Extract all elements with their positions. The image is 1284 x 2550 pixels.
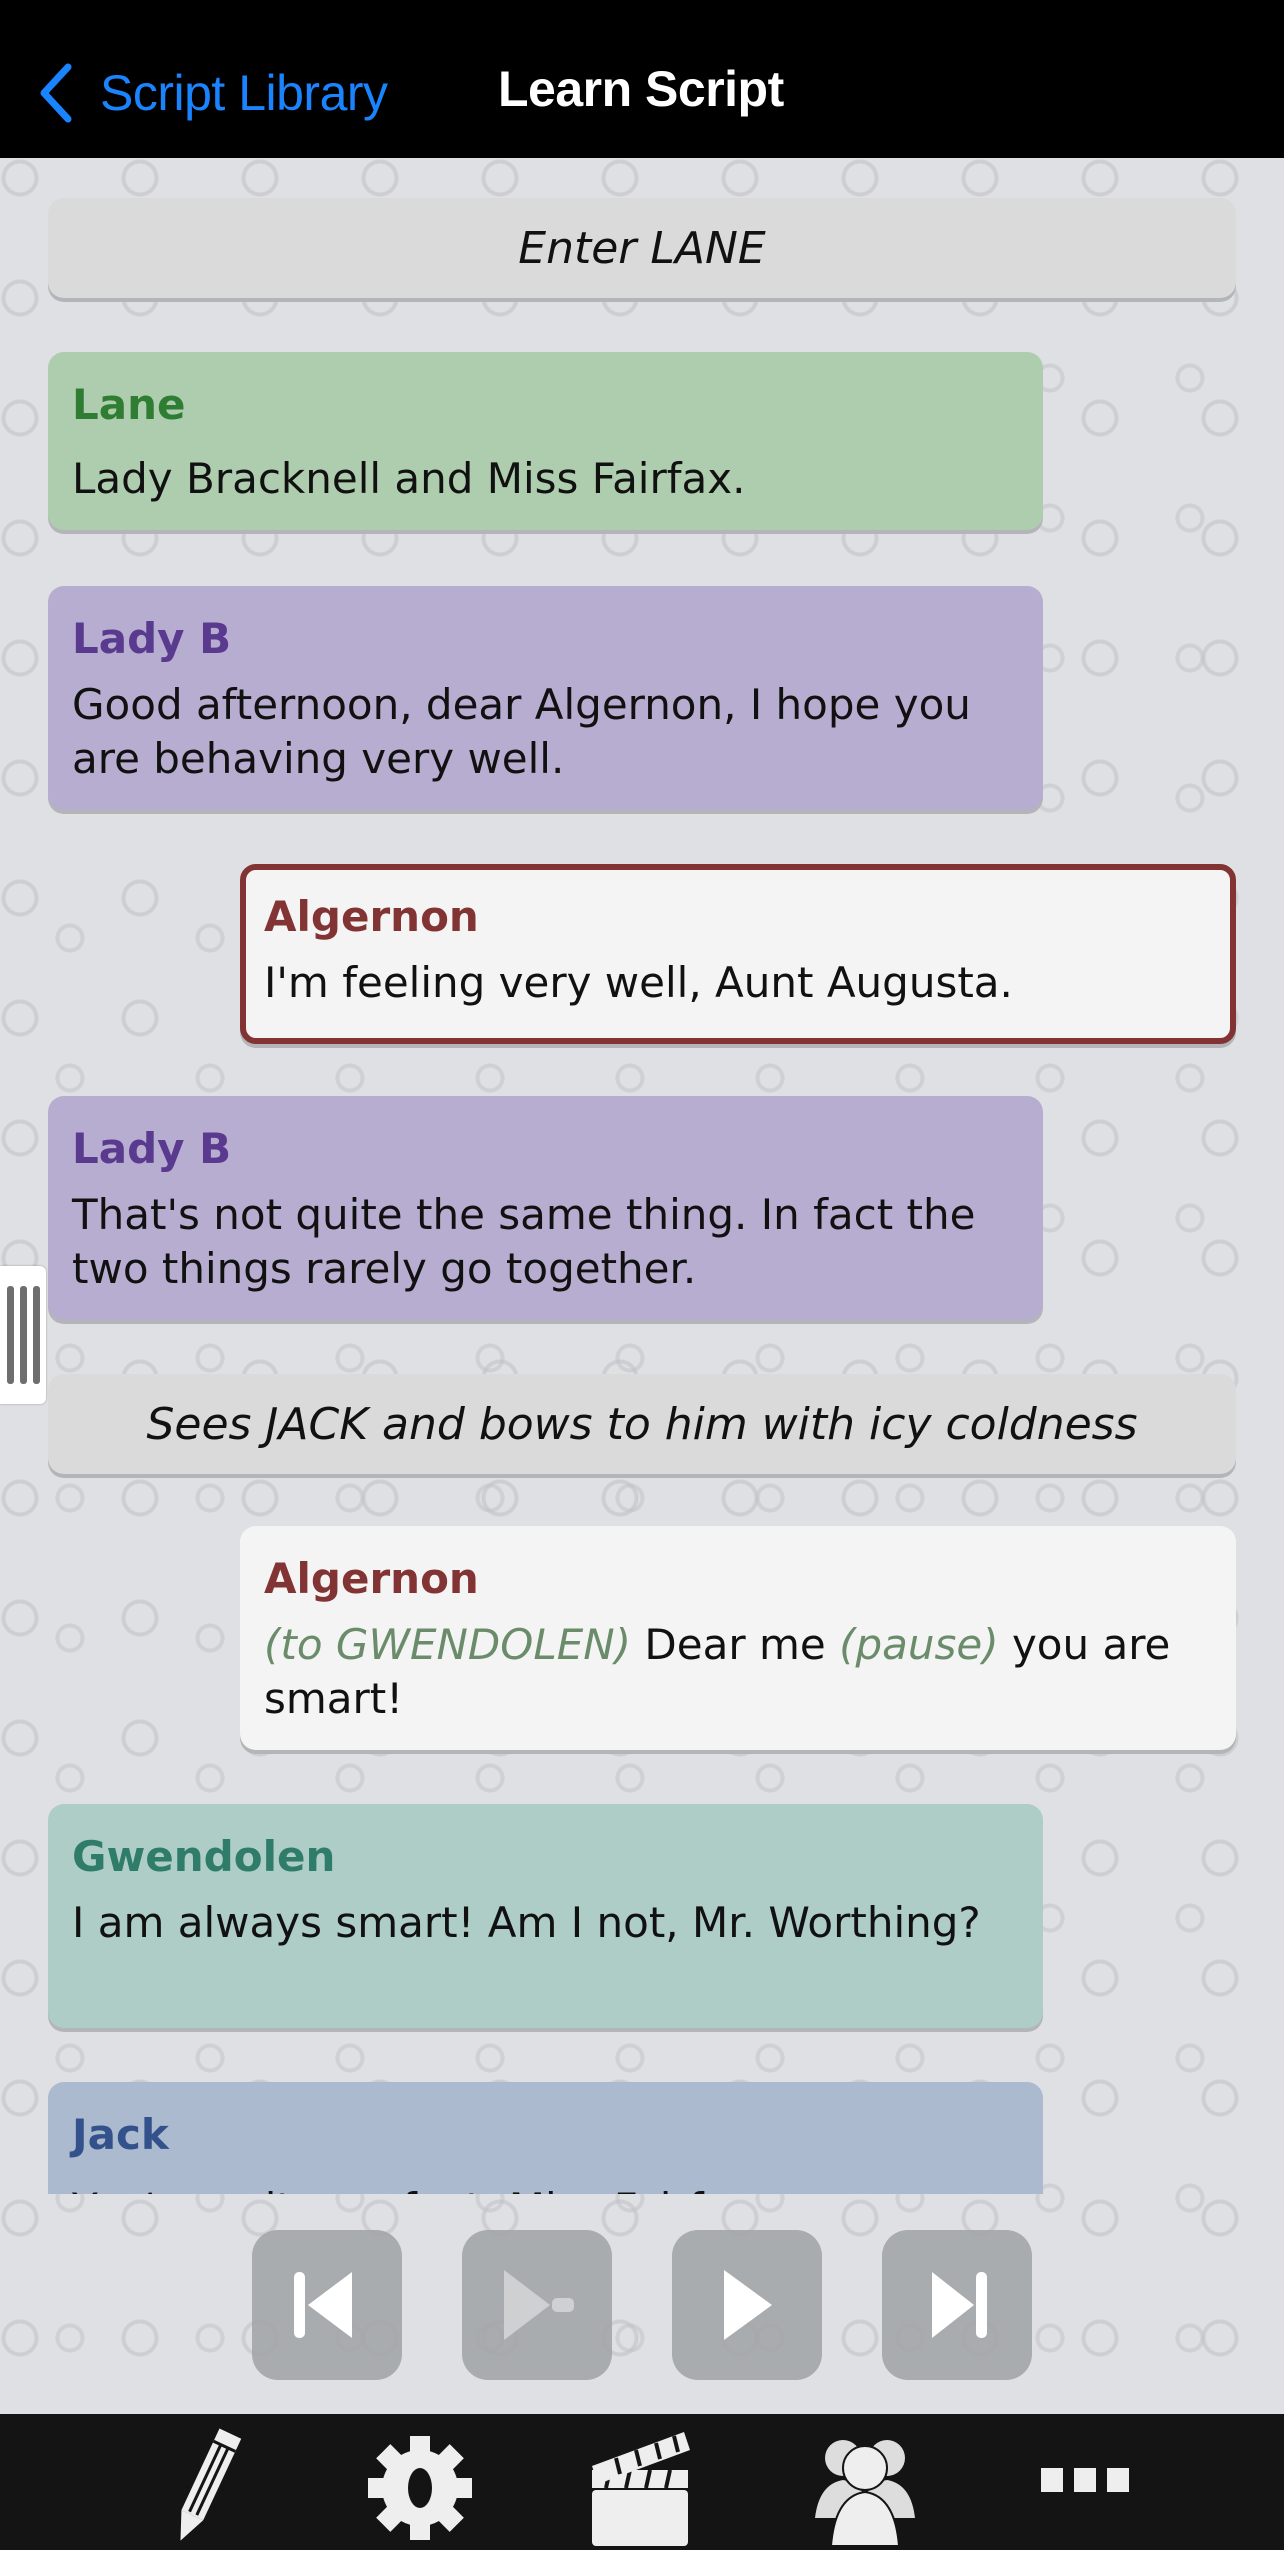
- script-line[interactable]: Algernon (to GWENDOLEN) Dear me (pause) …: [240, 1526, 1236, 1750]
- line-text: I am always smart! Am I not, Mr. Worthin…: [72, 1898, 981, 1947]
- playback-controls: [252, 2230, 1032, 2380]
- tab-edit[interactable]: [140, 2428, 270, 2550]
- line-text: I'm feeling very well, Aunt Augusta.: [264, 958, 1013, 1007]
- previous-line-button[interactable]: [252, 2230, 402, 2380]
- next-line-button[interactable]: [882, 2230, 1032, 2380]
- tab-more[interactable]: [1020, 2428, 1150, 2550]
- tab-bar: [0, 2414, 1284, 2550]
- tab-cast[interactable]: [800, 2428, 930, 2550]
- script-line-current[interactable]: Algernon I'm feeling very well, Aunt Aug…: [240, 864, 1236, 1044]
- parenthetical: (pause): [839, 1620, 999, 1669]
- line-text-part: Dear me: [631, 1620, 840, 1669]
- back-button[interactable]: Script Library: [36, 58, 388, 128]
- grip-bar: [6, 1286, 14, 1384]
- line-text: That's not quite the same thing. In fact…: [72, 1190, 976, 1293]
- character-name: Jack: [72, 2110, 169, 2159]
- more-icon: [1041, 2468, 1129, 2492]
- page-title: Learn Script: [498, 61, 784, 117]
- line-text: Good afternoon, dear Algernon, I hope yo…: [72, 680, 971, 783]
- character-name: Algernon: [264, 892, 479, 941]
- drag-handle[interactable]: [0, 1266, 46, 1404]
- line-text: Lady Bracknell and Miss Fairfax.: [72, 454, 746, 503]
- script-line[interactable]: Jack You're quite perfect, Miss Fairfax.: [48, 2082, 1043, 2194]
- pencil-icon: [180, 2428, 242, 2541]
- play-button[interactable]: [672, 2230, 822, 2380]
- grip-bar: [32, 1286, 40, 1384]
- gear-icon: [368, 2436, 472, 2540]
- character-name: Gwendolen: [72, 1832, 336, 1881]
- clapperboard-icon: [592, 2432, 690, 2546]
- tab-scenes[interactable]: [575, 2428, 705, 2550]
- chevron-left-icon: [40, 63, 72, 123]
- character-name: Algernon: [264, 1554, 479, 1603]
- stage-direction[interactable]: Enter LANE: [48, 198, 1236, 298]
- character-name: Lady B: [72, 1124, 232, 1173]
- script-line[interactable]: Lane Lady Bracknell and Miss Fairfax.: [48, 352, 1043, 530]
- tab-settings[interactable]: [355, 2428, 485, 2550]
- line-text: (to GWENDOLEN) Dear me (pause) you are s…: [264, 1618, 1212, 1726]
- back-label: Script Library: [100, 65, 388, 121]
- people-icon: [815, 2440, 915, 2547]
- character-name: Lane: [72, 380, 186, 429]
- script-line[interactable]: Lady B That's not quite the same thing. …: [48, 1096, 1043, 1320]
- parenthetical: (to GWENDOLEN): [264, 1620, 632, 1669]
- line-text: You're quite perfect, Miss Fairfax.: [72, 2182, 1019, 2194]
- play-cue-button[interactable]: [462, 2230, 612, 2380]
- stage-direction-text: Enter LANE: [518, 222, 766, 274]
- skip-forward-icon: [932, 2272, 987, 2338]
- stage-direction-text: Sees JACK and bows to him with icy coldn…: [146, 1398, 1138, 1450]
- skip-back-icon: [294, 2272, 352, 2338]
- script-line[interactable]: Lady B Good afternoon, dear Algernon, I …: [48, 586, 1043, 810]
- script-line[interactable]: Gwendolen I am always smart! Am I not, M…: [48, 1804, 1043, 2028]
- grip-bar: [19, 1286, 27, 1384]
- stage-direction[interactable]: Sees JACK and bows to him with icy coldn…: [48, 1374, 1236, 1474]
- character-name: Lady B: [72, 614, 232, 663]
- script-list[interactable]: Enter LANE Lane Lady Bracknell and Miss …: [0, 158, 1284, 2194]
- play-icon: [724, 2270, 772, 2340]
- script-content: Enter LANE Lane Lady Bracknell and Miss …: [0, 158, 1284, 2414]
- play-cue-icon: [504, 2270, 574, 2340]
- navigation-bar: Script Library Learn Script: [0, 0, 1284, 158]
